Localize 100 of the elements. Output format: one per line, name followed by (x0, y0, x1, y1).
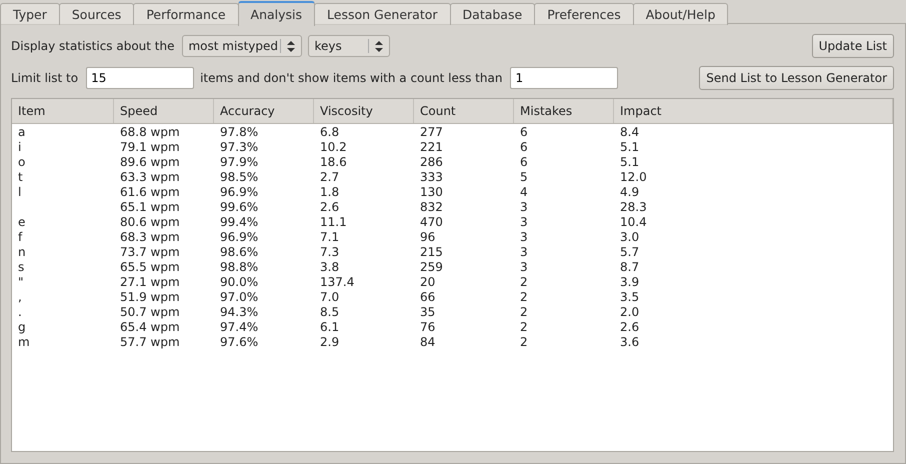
table-cell: 35 (420, 305, 436, 319)
min-count-field[interactable]: 1 (510, 67, 618, 89)
column-header[interactable]: Count (414, 99, 514, 123)
table-cell: 4.9 (620, 185, 640, 199)
column-header[interactable]: Speed (114, 99, 214, 123)
table-cell: o (18, 155, 26, 169)
table-cell: 2.6 (320, 200, 340, 214)
count-label: items and don't show items with a count less than (200, 71, 502, 85)
table-cell: 3.5 (620, 290, 640, 304)
table-cell: 10.4 (620, 215, 647, 229)
column-header[interactable]: Item (12, 99, 114, 123)
table-cell: 98.8% (220, 260, 258, 274)
table-cell: 3.9 (620, 275, 640, 289)
table-cell: 96 (420, 230, 436, 244)
table-cell: 2.9 (320, 335, 340, 349)
column-header[interactable]: Viscosity (314, 99, 414, 123)
update-list-button[interactable]: Update List (812, 34, 894, 58)
table-cell: 277 (420, 125, 443, 139)
table-cell: 7.3 (320, 245, 340, 259)
table-cell: 2.0 (620, 305, 640, 319)
table-cell: f (18, 230, 22, 244)
table-cell: 5.7 (620, 245, 640, 259)
table-cell: n (18, 245, 26, 259)
table-cell: t (18, 170, 23, 184)
table-cell: 65.5 wpm (120, 260, 180, 274)
table-cell: 3.6 (620, 335, 640, 349)
table-cell: 5.1 (620, 155, 640, 169)
table-cell: 94.3% (220, 305, 258, 319)
table-cell: 2 (520, 275, 528, 289)
table-cell: 2 (520, 305, 528, 319)
table-cell: 57.7 wpm (120, 335, 180, 349)
table-cell: 3.0 (620, 230, 640, 244)
table-cell: e (18, 215, 26, 229)
table-cell: 51.9 wpm (120, 290, 180, 304)
table-cell: 76 (420, 320, 436, 334)
table-cell: 3 (520, 260, 528, 274)
display-label: Display statistics about the (11, 39, 174, 53)
tab[interactable]: Analysis (238, 1, 316, 26)
table-cell: 10.2 (320, 140, 347, 154)
tab[interactable]: Typer (0, 3, 60, 25)
table-cell: 3 (520, 215, 528, 229)
table-cell: 63.3 wpm (120, 170, 180, 184)
table-cell: . (18, 305, 22, 319)
table-cell: 50.7 wpm (120, 305, 180, 319)
table-cell: 97.3% (220, 140, 258, 154)
spinner-arrows-icon (375, 40, 384, 52)
table-cell: 99.4% (220, 215, 258, 229)
table-cell: 6 (520, 125, 528, 139)
limit-field[interactable]: 15 (86, 67, 194, 89)
table-cell: m (18, 335, 30, 349)
table-cell: 221 (420, 140, 443, 154)
table-cell: 215 (420, 245, 443, 259)
table-cell: 98.5% (220, 170, 258, 184)
table-cell: 79.1 wpm (120, 140, 180, 154)
limit-label: Limit list to (11, 71, 78, 85)
tab[interactable]: Database (450, 3, 536, 25)
tab[interactable]: Lesson Generator (314, 3, 451, 25)
table-cell: 80.6 wpm (120, 215, 180, 229)
column-header[interactable]: Mistakes (514, 99, 614, 123)
order-dropdown[interactable]: most mistyped (182, 35, 302, 57)
table-cell: 3 (520, 230, 528, 244)
table-cell: s (18, 260, 24, 274)
tab[interactable]: Sources (58, 3, 134, 25)
tab[interactable]: Preferences (534, 3, 634, 25)
table-cell: 6 (520, 140, 528, 154)
table-cell: 97.8% (220, 125, 258, 139)
table-cell: 2.7 (320, 170, 340, 184)
table-cell: 98.6% (220, 245, 258, 259)
kind-dropdown[interactable]: keys (308, 35, 390, 57)
table-cell: 8.4 (620, 125, 640, 139)
table-cell: 97.9% (220, 155, 258, 169)
table-cell: 27.1 wpm (120, 275, 180, 289)
table-cell: 259 (420, 260, 443, 274)
table-cell: 20 (420, 275, 436, 289)
table-cell: 97.0% (220, 290, 258, 304)
table-cell: g (18, 320, 26, 334)
table-cell: 89.6 wpm (120, 155, 180, 169)
table-cell: 4 (520, 185, 528, 199)
column-header[interactable]: Accuracy (214, 99, 314, 123)
table-cell: 470 (420, 215, 443, 229)
send-list-button[interactable]: Send List to Lesson Generator (699, 66, 894, 90)
table-cell: 6 (520, 155, 528, 169)
table-cell: 97.6% (220, 335, 258, 349)
table-cell: 8.5 (320, 305, 340, 319)
table-cell: 1.8 (320, 185, 340, 199)
tab[interactable]: Performance (133, 3, 239, 25)
tab[interactable]: About/Help (632, 3, 728, 25)
table-cell: 96.9% (220, 185, 258, 199)
spinner-arrows-icon (287, 40, 296, 52)
table-cell: 73.7 wpm (120, 245, 180, 259)
table-cell: 8.7 (620, 260, 640, 274)
table-cell: 130 (420, 185, 443, 199)
table-cell: 2 (520, 320, 528, 334)
table-cell: 286 (420, 155, 443, 169)
table-cell: 6.8 (320, 125, 340, 139)
table-cell: 18.6 (320, 155, 347, 169)
table-cell: l (18, 185, 22, 199)
table-cell: 11.1 (320, 215, 347, 229)
table-cell: 6.1 (320, 320, 340, 334)
column-header[interactable]: Impact (614, 99, 893, 123)
